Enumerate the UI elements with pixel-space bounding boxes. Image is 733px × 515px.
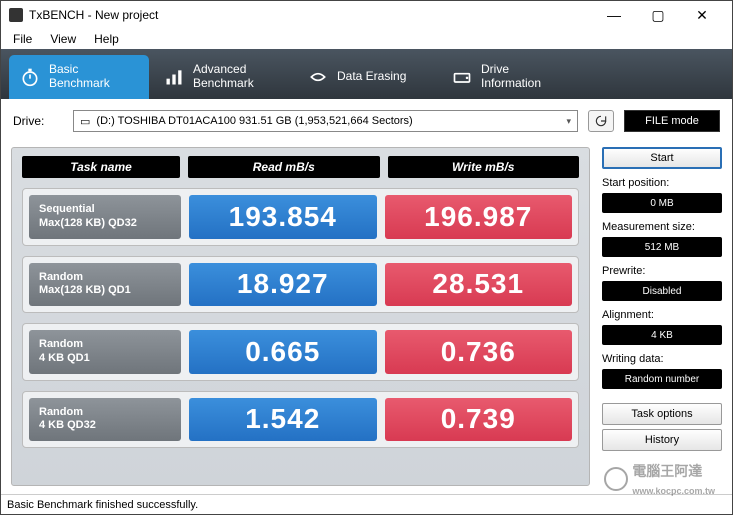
- drive-select[interactable]: ▭ (D:) TOSHIBA DT01ACA100 931.51 GB (1,9…: [73, 110, 578, 132]
- tabs: BasicBenchmark AdvancedBenchmark Data Er…: [1, 49, 732, 99]
- read-value: 1.542: [189, 398, 377, 442]
- write-value: 196.987: [385, 195, 573, 239]
- alignment-value[interactable]: 4 KB: [602, 325, 722, 345]
- drive-icon: [451, 66, 473, 88]
- bars-icon: [163, 66, 185, 88]
- col-task-name: Task name: [22, 156, 180, 178]
- task-label: RandomMax(128 KB) QD1: [29, 263, 181, 307]
- titlebar: TxBENCH - New project — ▢ ✕: [1, 1, 732, 29]
- drive-selected-text: (D:) TOSHIBA DT01ACA100 931.51 GB (1,953…: [96, 115, 412, 127]
- read-value: 193.854: [189, 195, 377, 239]
- bench-row-random-4k-qd1: Random4 KB QD1 0.665 0.736: [22, 323, 579, 381]
- write-value: 28.531: [385, 263, 573, 307]
- prewrite-label: Prewrite:: [602, 265, 722, 277]
- start-position-label: Start position:: [602, 177, 722, 189]
- task-label: SequentialMax(128 KB) QD32: [29, 195, 181, 239]
- col-write: Write mB/s: [388, 156, 580, 178]
- chevron-down-icon: ▾: [566, 116, 571, 127]
- status-bar: Basic Benchmark finished successfully.: [1, 494, 732, 514]
- tab-data-erasing[interactable]: Data Erasing: [297, 55, 437, 99]
- erase-icon: [307, 66, 329, 88]
- bench-row-random-4k-qd32: Random4 KB QD32 1.542 0.739: [22, 391, 579, 449]
- measurement-size-label: Measurement size:: [602, 221, 722, 233]
- app-icon: [9, 8, 23, 22]
- writing-data-value[interactable]: Random number: [602, 369, 722, 389]
- read-value: 0.665: [189, 330, 377, 374]
- task-options-button[interactable]: Task options: [602, 403, 722, 425]
- hdd-icon: ▭: [80, 115, 90, 128]
- prewrite-value[interactable]: Disabled: [602, 281, 722, 301]
- writing-data-label: Writing data:: [602, 353, 722, 365]
- close-button[interactable]: ✕: [680, 1, 724, 29]
- refresh-button[interactable]: [588, 110, 614, 132]
- drive-label: Drive:: [13, 114, 63, 128]
- history-button[interactable]: History: [602, 429, 722, 451]
- col-read: Read mB/s: [188, 156, 380, 178]
- tab-basic-benchmark[interactable]: BasicBenchmark: [9, 55, 149, 99]
- menubar: File View Help: [1, 29, 732, 49]
- measurement-size-value[interactable]: 512 MB: [602, 237, 722, 257]
- task-label: Random4 KB QD32: [29, 398, 181, 442]
- menu-view[interactable]: View: [42, 30, 84, 48]
- menu-help[interactable]: Help: [86, 30, 127, 48]
- alignment-label: Alignment:: [602, 309, 722, 321]
- read-value: 18.927: [189, 263, 377, 307]
- task-label: Random4 KB QD1: [29, 330, 181, 374]
- maximize-button[interactable]: ▢: [636, 1, 680, 29]
- bench-row-random-128-qd1: RandomMax(128 KB) QD1 18.927 28.531: [22, 256, 579, 314]
- benchmark-panel: Task name Read mB/s Write mB/s Sequentia…: [11, 147, 590, 486]
- stopwatch-icon: [19, 66, 41, 88]
- start-position-value[interactable]: 0 MB: [602, 193, 722, 213]
- menu-file[interactable]: File: [5, 30, 40, 48]
- file-mode-button[interactable]: FILE mode: [624, 110, 720, 132]
- side-panel: Start Start position: 0 MB Measurement s…: [602, 147, 722, 486]
- refresh-icon: [594, 114, 608, 128]
- write-value: 0.736: [385, 330, 573, 374]
- tab-drive-information[interactable]: DriveInformation: [441, 55, 581, 99]
- window-title: TxBENCH - New project: [29, 8, 158, 22]
- bench-row-sequential: SequentialMax(128 KB) QD32 193.854 196.9…: [22, 188, 579, 246]
- start-button[interactable]: Start: [602, 147, 722, 169]
- tab-advanced-benchmark[interactable]: AdvancedBenchmark: [153, 55, 293, 99]
- minimize-button[interactable]: —: [592, 1, 636, 29]
- write-value: 0.739: [385, 398, 573, 442]
